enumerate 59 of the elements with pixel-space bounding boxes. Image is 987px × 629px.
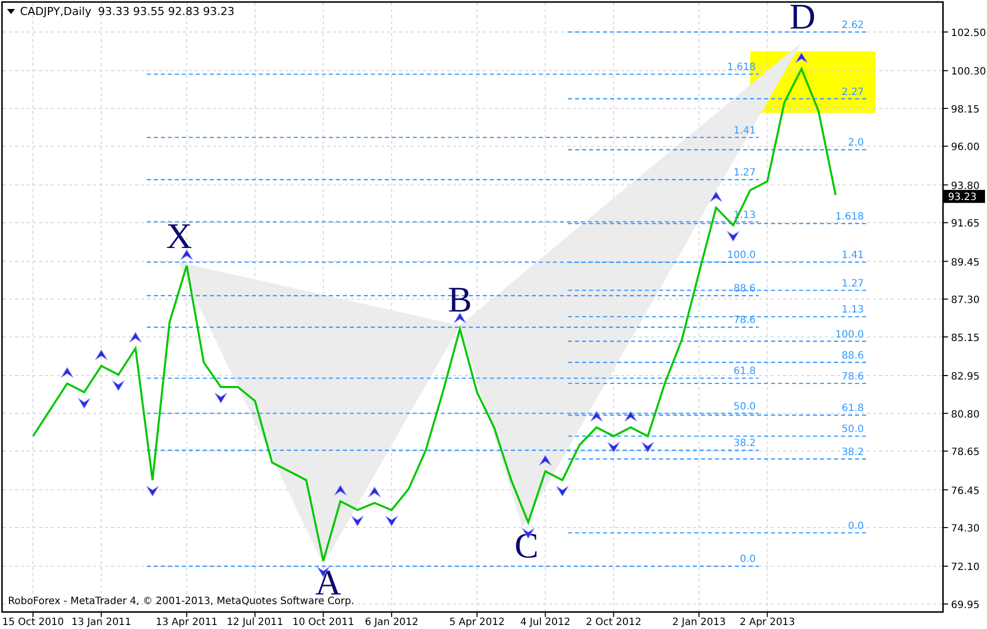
price-axis-label: 100.30 [951,66,986,78]
price-axis-label: 98.15 [951,104,980,116]
fibonacci-level-label: 100.0 [835,329,864,340]
fibonacci-level-label: 50.0 [734,401,756,412]
date-axis-label: 2 Apr 2013 [740,617,796,628]
date-axis-label: 10 Oct 2011 [292,617,354,628]
fibonacci-level-label: 78.6 [734,315,756,326]
date-axis-label: 13 Apr 2011 [156,617,218,628]
pattern-point-label: X [166,216,192,256]
date-axis-label: 15 Oct 2010 [2,617,64,628]
fibonacci-level-label: 38.2 [842,447,864,458]
date-axis-label: 5 Apr 2012 [449,617,505,628]
price-axis-label: 78.65 [951,447,980,458]
price-axis-label: 91.65 [951,218,980,230]
price-axis-label: 96.00 [951,142,980,154]
price-axis-label: 93.80 [951,180,980,192]
price-axis-label: 87.30 [951,295,980,306]
fibonacci-level-label: 100.0 [727,250,756,262]
date-axis-label: 4 Jul 2012 [520,617,570,628]
date-axis-label: 6 Jan 2012 [364,617,418,628]
pattern-point-label: D [789,0,816,37]
fibonacci-level-label: 38.2 [734,438,756,450]
price-axis-label: 102.50 [951,28,986,39]
fibonacci-level-label: 88.6 [842,350,864,362]
fibonacci-level-label: 0.0 [848,520,864,532]
pattern-point-label: C [514,526,539,566]
price-axis-label: 76.45 [951,486,980,497]
dropdown-icon[interactable] [7,9,15,14]
fibonacci-level-label: 88.6 [734,284,756,295]
price-axis-label: 74.30 [951,524,980,535]
date-axis-label: 13 Jan 2011 [71,617,132,628]
fibonacci-level-label: 1.41 [734,125,756,136]
fibonacci-level-label: 50.0 [842,424,864,436]
price-axis-label: 80.80 [951,409,980,420]
chart-title: CADJPY,Daily [20,5,92,18]
date-axis-label: 2 Oct 2012 [586,617,642,628]
price-axis-label: 89.45 [951,257,980,268]
ohlc-values: 93.33 93.55 92.83 93.23 [98,5,234,18]
fibonacci-level-label: 1.41 [842,250,864,262]
price-axis-label: 82.95 [951,372,980,383]
fibonacci-level-label: 1.13 [842,304,864,316]
pattern-point-label: B [448,279,472,320]
fibonacci-level-label: 61.8 [734,366,756,378]
price-axis-label: 85.15 [951,332,980,344]
fibonacci-level-label: 1.27 [734,168,756,179]
fibonacci-level-label: 61.8 [842,403,864,414]
date-axis-label: 12 Jul 2011 [226,617,284,628]
fibonacci-level-label: 2.0 [848,138,864,149]
price-axis-label: 72.10 [951,562,980,574]
current-price-tag: 93.23 [943,190,985,203]
fibonacci-level-label: 0.0 [740,554,756,566]
fibonacci-level-label: 2.62 [842,20,864,31]
copyright-text: RoboForex - MetaTrader 4, © 2001-2013, MetaQuotes Software Corp. [8,596,354,607]
date-axis-label: 2 Jan 2013 [672,617,726,628]
price-axis-label: 69.95 [951,600,980,611]
fibonacci-level-label: 78.6 [842,371,864,382]
fibonacci-level-label: 2.27 [842,86,864,98]
fibonacci-level-label: 1.27 [842,278,864,290]
fibonacci-level-label: 1.618 [835,212,864,223]
